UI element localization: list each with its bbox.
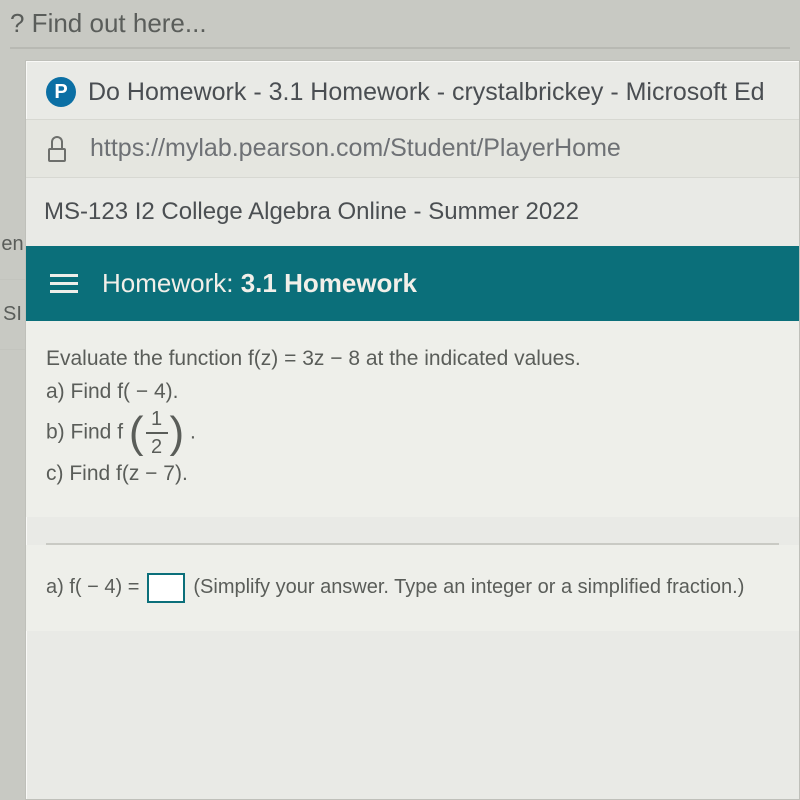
left-rail: en SI: [0, 60, 25, 350]
answer-row-a: a) f( − 4) = (Simplify your answer. Type…: [26, 545, 799, 631]
answer-a-hint: (Simplify your answer. Type an integer o…: [193, 576, 744, 599]
pearson-favicon-icon: P: [46, 77, 76, 107]
problem-part-a: a) Find f( − 4).: [46, 376, 779, 409]
fraction-bar: [146, 432, 168, 434]
window-titlebar: P Do Homework - 3.1 Homework - crystalbr…: [26, 61, 799, 119]
rail-stub-en: en: [0, 210, 25, 280]
banner-divider: [10, 47, 790, 49]
part-b-suffix: .: [190, 421, 196, 444]
browser-window: P Do Homework - 3.1 Homework - crystalbr…: [25, 60, 800, 800]
problem-part-b: b) Find f ( 1 2 ) .: [46, 408, 779, 458]
part-b-prefix: b) Find f: [46, 421, 123, 444]
hamburger-menu-icon[interactable]: [50, 274, 78, 293]
fraction-numerator: 1: [151, 408, 162, 430]
homework-label-prefix: Homework:: [102, 268, 233, 298]
address-bar[interactable]: https://mylab.pearson.com/Student/Player…: [26, 119, 799, 178]
answer-a-prefix: a) f( − 4) =: [46, 576, 139, 599]
url-text: https://mylab.pearson.com/Student/Player…: [90, 134, 621, 163]
favicon-letter: P: [54, 81, 67, 104]
problem-part-c: c) Find f(z − 7).: [46, 458, 779, 491]
lock-icon: [46, 136, 68, 162]
problem-body: Evaluate the function f(z) = 3z − 8 at t…: [26, 321, 799, 517]
problem-prompt: Evaluate the function f(z) = 3z − 8 at t…: [46, 343, 779, 376]
fraction-denominator: 2: [151, 436, 162, 458]
banner-text: ? Find out here...: [10, 8, 207, 38]
window-title: Do Homework - 3.1 Homework - crystalbric…: [88, 78, 765, 107]
right-paren-icon: ): [170, 413, 185, 453]
answer-a-input[interactable]: [147, 573, 185, 603]
homework-header: Homework: 3.1 Homework: [26, 246, 799, 321]
left-paren-icon: (: [129, 413, 144, 453]
fraction: 1 2: [146, 408, 168, 458]
page-banner: ? Find out here...: [0, 0, 800, 57]
course-title: MS-123 I2 College Algebra Online - Summe…: [26, 178, 799, 246]
rail-stub-si: SI: [0, 280, 25, 350]
homework-name: 3.1 Homework: [241, 268, 417, 298]
homework-title: Homework: 3.1 Homework: [102, 268, 417, 299]
